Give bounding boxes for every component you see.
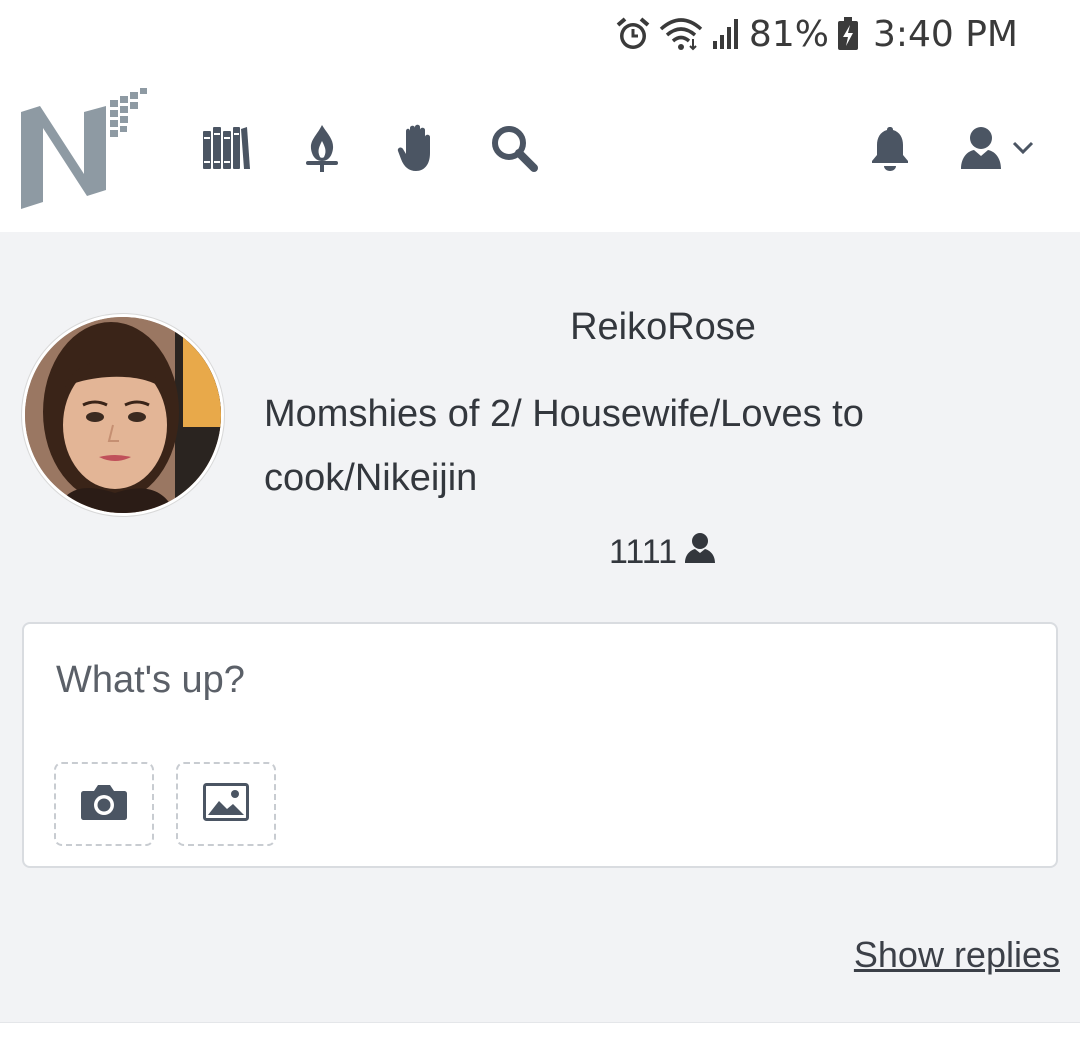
follower-count[interactable]: 1111 xyxy=(260,532,1066,573)
user-icon xyxy=(958,125,1004,171)
search-icon xyxy=(489,123,539,173)
alarm-icon xyxy=(615,16,651,52)
notifications-button[interactable] xyxy=(862,120,918,176)
library-icon xyxy=(201,125,251,171)
post-composer xyxy=(22,622,1058,868)
show-replies-link[interactable]: Show replies xyxy=(854,934,1060,976)
signal-icon xyxy=(711,17,741,51)
status-indicators: 81% 3:40 PM xyxy=(615,12,1018,56)
torch-icon xyxy=(302,123,342,173)
chevron-down-icon xyxy=(1012,141,1034,155)
camera-icon xyxy=(80,783,128,826)
status-bar: 81% 3:40 PM xyxy=(0,0,1080,68)
camera-button[interactable] xyxy=(54,762,154,846)
raised-hand-icon xyxy=(396,123,440,173)
nav-search[interactable] xyxy=(486,120,542,176)
next-post-preview xyxy=(0,1022,1080,1046)
app-logo[interactable] xyxy=(18,82,150,212)
nav-library[interactable] xyxy=(198,120,254,176)
profile-username: ReikoRose xyxy=(570,306,756,348)
image-icon xyxy=(203,782,249,826)
profile-section: ReikoRose Momshies of 2/ Housewife/Loves… xyxy=(0,232,1080,622)
wifi-icon xyxy=(659,17,703,51)
status-input[interactable] xyxy=(56,654,1016,706)
profile-bio: Momshies of 2/ Housewife/Loves to cook/N… xyxy=(264,393,864,499)
user-icon xyxy=(683,532,717,573)
app-header xyxy=(0,68,1080,232)
clock-time: 3:40 PM xyxy=(872,13,1018,55)
image-upload-button[interactable] xyxy=(176,762,276,846)
nav-torch[interactable] xyxy=(294,120,350,176)
battery-percent: 81% xyxy=(748,13,829,55)
nav-raise-hand[interactable] xyxy=(390,120,446,176)
follower-count-value: 1111 xyxy=(608,533,678,571)
battery-charging-icon xyxy=(837,17,859,51)
account-menu[interactable] xyxy=(958,120,1058,176)
bell-icon xyxy=(869,125,911,171)
avatar[interactable] xyxy=(22,314,224,516)
